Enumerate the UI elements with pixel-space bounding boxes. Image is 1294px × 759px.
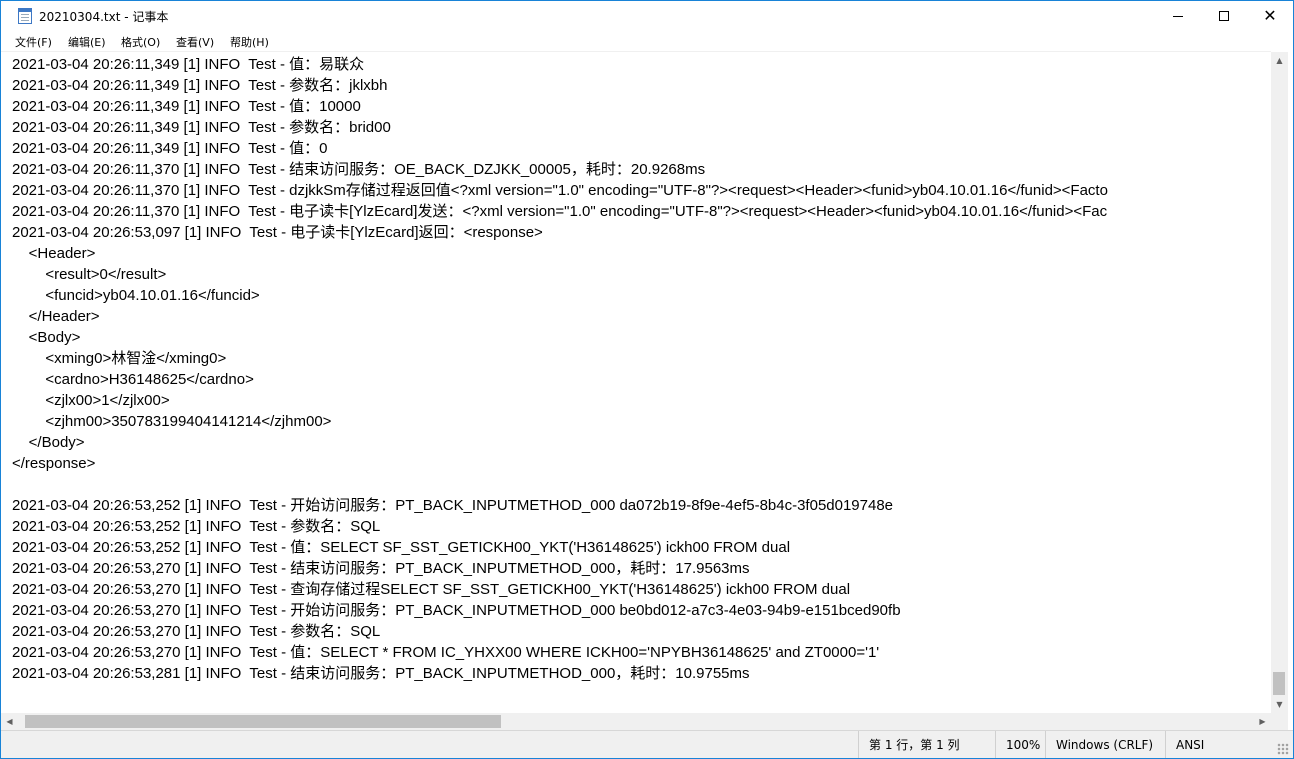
menu-file[interactable]: 文件(F) bbox=[15, 34, 52, 50]
editor-content[interactable]: 2021-03-04 20:26:11,349 [1] INFO Test - … bbox=[12, 54, 1108, 684]
menu-edit[interactable]: 编辑(E) bbox=[68, 34, 106, 50]
vertical-scroll-thumb[interactable] bbox=[1273, 672, 1285, 695]
scroll-right-icon[interactable]: ▶ bbox=[1254, 713, 1271, 730]
minimize-icon bbox=[1173, 15, 1183, 17]
scroll-down-icon[interactable]: ▼ bbox=[1271, 696, 1288, 713]
scroll-up-icon[interactable]: ▲ bbox=[1271, 52, 1288, 69]
maximize-icon bbox=[1219, 11, 1229, 21]
notepad-icon[interactable] bbox=[18, 8, 32, 24]
maximize-button[interactable] bbox=[1201, 1, 1247, 31]
menu-bar: 文件(F) 编辑(E) 格式(O) 查看(V) 帮助(H) bbox=[1, 31, 1293, 51]
minimize-button[interactable] bbox=[1155, 1, 1201, 31]
menu-format[interactable]: 格式(O) bbox=[121, 34, 160, 50]
vertical-scrollbar[interactable]: ▲ ▼ bbox=[1271, 52, 1288, 713]
title-bar[interactable]: 20210304.txt - 记事本 ✕ bbox=[1, 1, 1293, 31]
text-editor[interactable]: 2021-03-04 20:26:11,349 [1] INFO Test - … bbox=[1, 51, 1271, 714]
encoding: ANSI bbox=[1165, 731, 1275, 758]
horizontal-scroll-thumb[interactable] bbox=[25, 715, 501, 728]
line-ending: Windows (CRLF) bbox=[1045, 731, 1165, 758]
scrollbar-corner bbox=[1271, 713, 1288, 730]
window-title: 20210304.txt - 记事本 bbox=[39, 10, 169, 24]
horizontal-scrollbar[interactable]: ◀ ▶ bbox=[1, 713, 1271, 730]
status-bar: 第 1 行，第 1 列 100% Windows (CRLF) ANSI bbox=[1, 730, 1293, 758]
close-icon: ✕ bbox=[1263, 6, 1277, 25]
scroll-left-icon[interactable]: ◀ bbox=[1, 713, 18, 730]
zoom-level: 100% bbox=[995, 731, 1045, 758]
menu-view[interactable]: 查看(V) bbox=[176, 34, 214, 50]
menu-help[interactable]: 帮助(H) bbox=[230, 34, 269, 50]
cursor-position: 第 1 行，第 1 列 bbox=[858, 731, 995, 758]
notepad-window: 20210304.txt - 记事本 ✕ 文件(F) 编辑(E) 格式(O) 查… bbox=[0, 0, 1294, 759]
close-button[interactable]: ✕ bbox=[1247, 1, 1293, 31]
resize-grip-icon[interactable] bbox=[1277, 743, 1289, 755]
